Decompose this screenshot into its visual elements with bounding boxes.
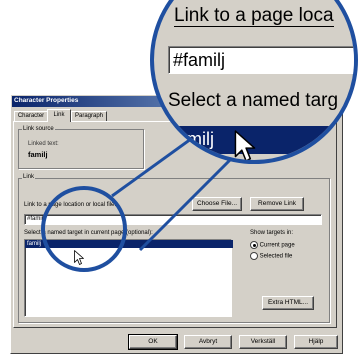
zoom-link-to-value: #familj (173, 50, 226, 70)
zoom-link-to-input: #familj (168, 46, 354, 74)
zoom-pointer-icon (234, 130, 256, 160)
tab-link[interactable]: Link (47, 109, 71, 122)
pointer-icon (74, 250, 84, 265)
zoom-selected-item-label: familj (172, 129, 215, 149)
tab-link-label: Link (53, 112, 65, 118)
zoom-named-target-label: Select a named targ (168, 90, 339, 111)
zoom-magnifier: Link to a page loca #familj Select a nam… (150, 0, 358, 164)
zoom-selected-item: familj (168, 126, 354, 154)
zoom-link-to-label: Link to a page loca (174, 5, 334, 27)
